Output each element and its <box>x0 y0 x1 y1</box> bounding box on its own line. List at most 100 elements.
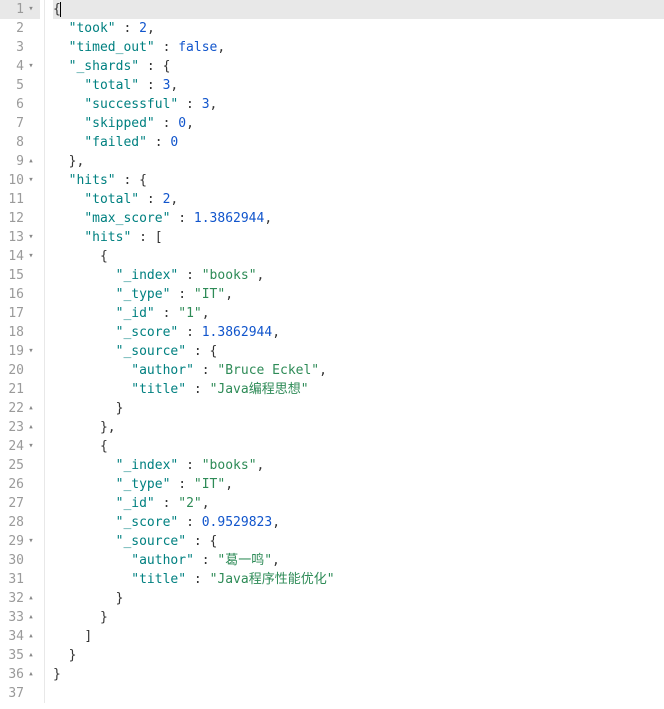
code-line[interactable]: "_id" : "2", <box>53 494 664 513</box>
code-line[interactable]: { <box>53 437 664 456</box>
code-line[interactable]: "total" : 3, <box>53 76 664 95</box>
fold-toggle-icon[interactable]: ▾ <box>24 228 38 247</box>
code-line[interactable]: "author" : "葛一鸣", <box>53 551 664 570</box>
fold-toggle-icon[interactable]: ▴ <box>24 627 38 646</box>
code-line[interactable]: "_index" : "books", <box>53 266 664 285</box>
line-number: 21 <box>0 380 24 399</box>
gutter-row: 18 <box>0 323 40 342</box>
code-line[interactable] <box>53 684 664 703</box>
indent <box>53 40 69 55</box>
fold-toggle-icon[interactable]: ▾ <box>24 342 38 361</box>
fold-toggle-icon[interactable]: ▴ <box>24 418 38 437</box>
code-line[interactable]: } <box>53 399 664 418</box>
code-token: , <box>202 496 210 511</box>
code-token: "_source" <box>116 534 186 549</box>
fold-toggle-icon[interactable]: ▴ <box>24 399 38 418</box>
code-line[interactable]: } <box>53 608 664 627</box>
code-line[interactable]: "author" : "Bruce Eckel", <box>53 361 664 380</box>
code-line[interactable]: "failed" : 0 <box>53 133 664 152</box>
indent <box>53 268 116 283</box>
code-token: : <box>155 496 178 511</box>
line-number: 25 <box>0 456 24 475</box>
code-editor[interactable]: 1▾234▾56789▴10▾111213▾14▾1516171819▾2021… <box>0 0 664 703</box>
fold-toggle-icon[interactable]: ▴ <box>24 608 38 627</box>
gutter-row: 5 <box>0 76 40 95</box>
code-line[interactable]: "successful" : 3, <box>53 95 664 114</box>
code-token: "hits" <box>84 230 131 245</box>
code-line[interactable]: "_type" : "IT", <box>53 285 664 304</box>
code-line[interactable]: "total" : 2, <box>53 190 664 209</box>
code-line[interactable]: "_shards" : { <box>53 57 664 76</box>
code-line[interactable]: "skipped" : 0, <box>53 114 664 133</box>
fold-toggle-icon[interactable]: ▾ <box>24 57 38 76</box>
code-line[interactable]: "hits" : { <box>53 171 664 190</box>
code-line[interactable]: { <box>53 0 664 19</box>
code-token: "_id" <box>116 496 155 511</box>
code-line[interactable]: "_index" : "books", <box>53 456 664 475</box>
indent <box>53 591 116 606</box>
gutter-row: 20 <box>0 361 40 380</box>
code-token: "_shards" <box>69 59 139 74</box>
code-line[interactable]: } <box>53 589 664 608</box>
code-token: : { <box>139 59 170 74</box>
code-token: } <box>100 610 108 625</box>
code-token: "author" <box>131 553 194 568</box>
code-line[interactable]: "took" : 2, <box>53 19 664 38</box>
line-number: 31 <box>0 570 24 589</box>
code-line[interactable]: "hits" : [ <box>53 228 664 247</box>
fold-toggle-icon[interactable]: ▴ <box>24 589 38 608</box>
gutter-row: 8 <box>0 133 40 152</box>
code-token: "total" <box>84 78 139 93</box>
gutter-row: 37 <box>0 684 40 703</box>
gutter-row: 3 <box>0 38 40 57</box>
code-token: 0.9529823 <box>202 515 272 530</box>
fold-toggle-icon[interactable]: ▾ <box>24 171 38 190</box>
line-number: 5 <box>0 76 24 95</box>
fold-toggle-icon[interactable]: ▴ <box>24 646 38 665</box>
code-token: 0 <box>178 116 186 131</box>
code-line[interactable]: "_source" : { <box>53 532 664 551</box>
code-token: , <box>170 78 178 93</box>
fold-toggle-icon[interactable]: ▴ <box>24 665 38 684</box>
code-token: , <box>186 116 194 131</box>
line-number: 27 <box>0 494 24 513</box>
code-token: : <box>147 135 170 150</box>
code-area[interactable]: { "took" : 2, "timed_out" : false, "_sha… <box>44 0 664 703</box>
gutter-row: 27 <box>0 494 40 513</box>
code-line[interactable]: } <box>53 665 664 684</box>
code-token: "author" <box>131 363 194 378</box>
code-line[interactable]: "_id" : "1", <box>53 304 664 323</box>
gutter-row: 32▴ <box>0 589 40 608</box>
fold-toggle-icon[interactable]: ▾ <box>24 247 38 266</box>
line-number: 33 <box>0 608 24 627</box>
fold-toggle-icon[interactable]: ▾ <box>24 437 38 456</box>
indent <box>53 21 69 36</box>
fold-toggle-icon[interactable]: ▴ <box>24 152 38 171</box>
fold-toggle-icon[interactable]: ▾ <box>24 0 38 19</box>
code-token: : <box>170 287 193 302</box>
code-line[interactable]: { <box>53 247 664 266</box>
code-line[interactable]: }, <box>53 152 664 171</box>
code-line[interactable]: }, <box>53 418 664 437</box>
indent <box>53 572 131 587</box>
gutter-row: 26 <box>0 475 40 494</box>
fold-toggle-icon[interactable]: ▾ <box>24 532 38 551</box>
code-token: 1.3862944 <box>202 325 272 340</box>
code-line[interactable]: "_source" : { <box>53 342 664 361</box>
gutter-row: 10▾ <box>0 171 40 190</box>
code-line[interactable]: "_type" : "IT", <box>53 475 664 494</box>
gutter-row: 11 <box>0 190 40 209</box>
code-token: } <box>69 648 77 663</box>
code-line[interactable]: "_score" : 0.9529823, <box>53 513 664 532</box>
code-line[interactable]: "title" : "Java程序性能优化" <box>53 570 664 589</box>
gutter-row: 33▴ <box>0 608 40 627</box>
indent <box>53 458 116 473</box>
code-line[interactable]: ] <box>53 627 664 646</box>
indent <box>53 78 84 93</box>
code-line[interactable]: "title" : "Java编程思想" <box>53 380 664 399</box>
code-line[interactable]: "timed_out" : false, <box>53 38 664 57</box>
code-line[interactable]: "_score" : 1.3862944, <box>53 323 664 342</box>
code-line[interactable]: "max_score" : 1.3862944, <box>53 209 664 228</box>
code-line[interactable]: } <box>53 646 664 665</box>
code-token: "took" <box>69 21 116 36</box>
